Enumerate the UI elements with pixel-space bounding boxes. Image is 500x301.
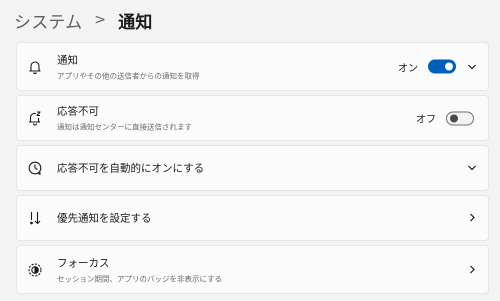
auto-do-not-disturb-title: 応答不可を自動的にオンにする <box>57 162 205 175</box>
focus-setting[interactable]: フォーカス セッション期間、アプリのバッジを非表示にする <box>16 245 489 294</box>
do-not-disturb-setting[interactable]: 応答不可 通知は通知センターに直接送信されます オフ <box>16 95 489 141</box>
notifications-title: 通知 <box>57 54 78 66</box>
bell-snooze-icon <box>27 110 43 126</box>
focus-icon <box>27 262 43 278</box>
notifications-setting[interactable]: 通知 アプリやその他の送信者からの通知を取得 オン <box>16 42 489 91</box>
do-not-disturb-toggle[interactable] <box>446 111 474 125</box>
notifications-toggle[interactable] <box>428 59 456 74</box>
bell-icon <box>27 59 43 75</box>
clock-icon <box>27 160 43 176</box>
breadcrumb-parent[interactable]: システム <box>14 8 82 33</box>
chevron-down-icon[interactable] <box>466 159 478 178</box>
focus-title: フォーカス <box>57 257 110 269</box>
notifications-toggle-label: オン <box>398 63 418 74</box>
do-not-disturb-toggle-label: オフ <box>416 114 436 126</box>
do-not-disturb-description: 通知は通知センターに直接送信されます <box>57 122 192 132</box>
priority-sort-icon <box>27 210 43 226</box>
priority-notifications-setting[interactable]: 優先通知を設定する <box>16 195 489 241</box>
focus-description: セッション期間、アプリのバッジを非表示にする <box>57 274 223 283</box>
do-not-disturb-title: 応答不可 <box>57 105 99 118</box>
breadcrumb-separator: > <box>94 12 107 28</box>
notifications-description: アプリやその他の送信者からの通知を取得 <box>57 71 200 80</box>
chevron-right-icon[interactable] <box>466 209 478 228</box>
page-title: 通知 <box>118 12 153 33</box>
chevron-right-icon[interactable] <box>466 260 478 279</box>
breadcrumb: システム > 通知 <box>14 5 153 35</box>
chevron-down-icon[interactable] <box>466 57 478 76</box>
auto-do-not-disturb-setting[interactable]: 応答不可を自動的にオンにする <box>16 145 489 191</box>
priority-notifications-title: 優先通知を設定する <box>57 212 152 225</box>
